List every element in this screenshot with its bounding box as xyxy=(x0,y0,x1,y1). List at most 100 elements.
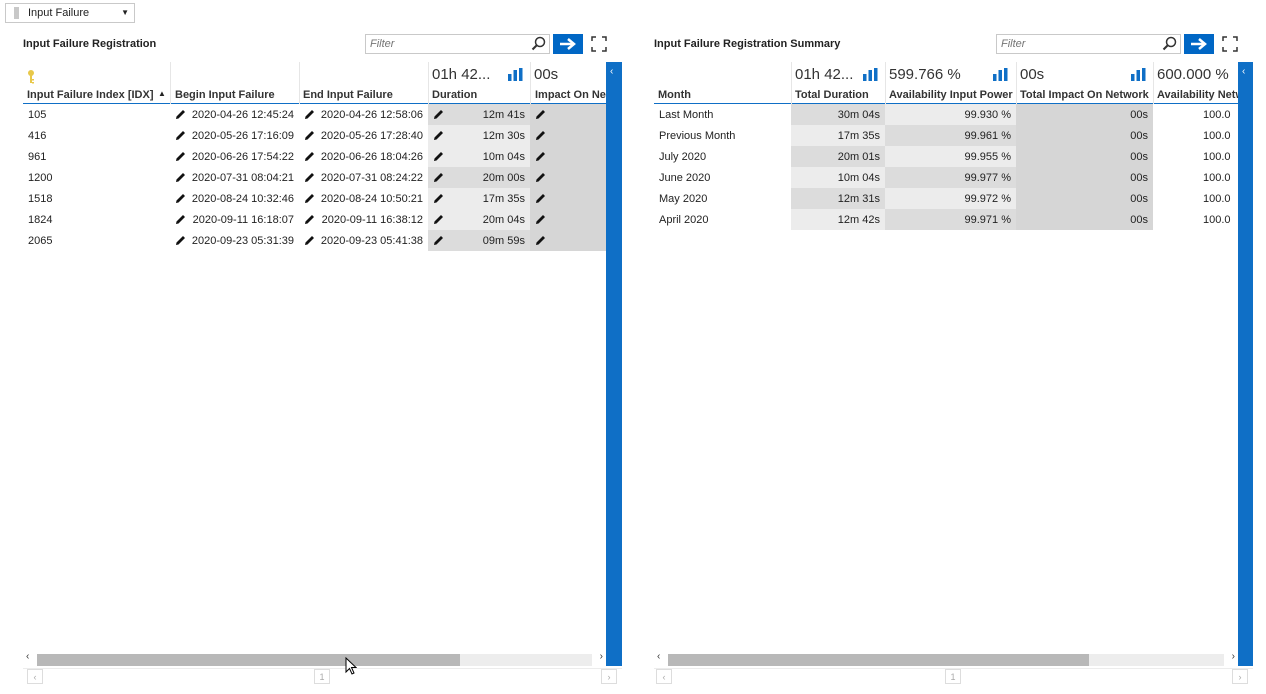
pencil-icon[interactable] xyxy=(433,235,444,247)
left-collapse-sidebar[interactable]: ‹ xyxy=(606,62,622,666)
scroll-left-arrow-icon[interactable]: ‹ xyxy=(26,651,29,662)
right-collapse-sidebar[interactable]: ‹ xyxy=(1238,62,1253,666)
cell-begin[interactable]: 2020-07-31 08:04:21 xyxy=(170,167,299,188)
search-icon[interactable] xyxy=(531,36,547,55)
scroll-thumb[interactable] xyxy=(37,654,460,666)
pencil-icon[interactable] xyxy=(175,130,186,142)
table-row[interactable]: Previous Month 17m 35s 99.961 % 00s 100.0 xyxy=(654,125,1238,146)
cell-duration[interactable]: 20m 04s xyxy=(428,209,530,230)
pencil-icon[interactable] xyxy=(304,214,315,226)
search-icon[interactable] xyxy=(1162,36,1178,55)
table-row[interactable]: 961 2020-06-26 17:54:22 2020-06-26 18:04:2… xyxy=(23,146,606,167)
cell-duration[interactable]: 12m 30s xyxy=(428,125,530,146)
prev-page-button[interactable]: ‹ xyxy=(27,669,43,684)
scroll-thumb[interactable] xyxy=(668,654,1089,666)
table-row[interactable]: 105 2020-04-26 12:45:24 2020-04-26 12:58:0… xyxy=(23,104,606,125)
table-row[interactable]: June 2020 10m 04s 99.977 % 00s 100.0 xyxy=(654,167,1238,188)
col-header-month[interactable]: Month xyxy=(658,89,788,101)
pencil-icon[interactable] xyxy=(175,235,186,247)
cell-end[interactable]: 2020-04-26 12:58:06 xyxy=(299,104,428,125)
table-row[interactable]: 416 2020-05-26 17:16:09 2020-05-26 17:28:4… xyxy=(23,125,606,146)
left-expand-button[interactable] xyxy=(591,36,607,52)
col-header-duration[interactable]: Duration xyxy=(432,89,522,101)
cell-end[interactable]: 2020-09-11 16:38:12 xyxy=(299,209,428,230)
cell-impact[interactable] xyxy=(530,230,606,251)
pencil-icon[interactable] xyxy=(304,130,315,142)
prev-page-button[interactable]: ‹ xyxy=(656,669,672,684)
cell-duration[interactable]: 17m 35s xyxy=(428,188,530,209)
pencil-icon[interactable] xyxy=(433,151,444,163)
cell-impact[interactable] xyxy=(530,209,606,230)
pencil-icon[interactable] xyxy=(304,151,315,163)
cell-begin[interactable]: 2020-05-26 17:16:09 xyxy=(170,125,299,146)
right-filter-input[interactable] xyxy=(1001,37,1151,51)
view-selector-dropdown[interactable]: Input Failure ▼ xyxy=(5,3,135,23)
table-row[interactable]: 1824 2020-09-11 16:18:07 2020-09-11 16:38:… xyxy=(23,209,606,230)
col-header-total-duration[interactable]: Total Duration xyxy=(795,89,885,101)
cell-end[interactable]: 2020-07-31 08:24:22 xyxy=(299,167,428,188)
pencil-icon[interactable] xyxy=(175,109,186,121)
pencil-icon[interactable] xyxy=(535,172,546,184)
pencil-icon[interactable] xyxy=(175,172,186,184)
bar-chart-icon[interactable] xyxy=(508,68,523,84)
right-horizontal-scrollbar[interactable]: ‹ › xyxy=(654,650,1238,666)
cell-duration[interactable]: 09m 59s xyxy=(428,230,530,251)
col-header-begin[interactable]: Begin Input Failure xyxy=(175,89,295,101)
cell-end[interactable]: 2020-09-23 05:41:38 xyxy=(299,230,428,251)
cell-impact[interactable] xyxy=(530,104,606,125)
left-filter-input[interactable] xyxy=(370,37,520,51)
scroll-left-arrow-icon[interactable]: ‹ xyxy=(657,651,660,662)
pencil-icon[interactable] xyxy=(175,151,186,163)
page-number[interactable]: 1 xyxy=(314,669,330,684)
pencil-icon[interactable] xyxy=(433,109,444,121)
table-row[interactable]: Last Month 30m 04s 99.930 % 00s 100.0 xyxy=(654,104,1238,125)
table-row[interactable]: 1200 2020-07-31 08:04:21 2020-07-31 08:24:… xyxy=(23,167,606,188)
cell-impact[interactable] xyxy=(530,188,606,209)
pencil-icon[interactable] xyxy=(175,214,186,226)
col-header-end[interactable]: End Input Failure xyxy=(303,89,423,101)
col-header-impact[interactable]: Impact On Netw xyxy=(535,89,606,101)
cell-duration[interactable]: 20m 00s xyxy=(428,167,530,188)
cell-begin[interactable]: 2020-06-26 17:54:22 xyxy=(170,146,299,167)
table-row[interactable]: July 2020 20m 01s 99.955 % 00s 100.0 xyxy=(654,146,1238,167)
scroll-right-arrow-icon[interactable]: › xyxy=(600,651,603,662)
table-row[interactable]: 1518 2020-08-24 10:32:46 2020-08-24 10:50:… xyxy=(23,188,606,209)
scroll-right-arrow-icon[interactable]: › xyxy=(1232,651,1235,662)
cell-begin[interactable]: 2020-09-23 05:31:39 xyxy=(170,230,299,251)
pencil-icon[interactable] xyxy=(304,193,315,205)
cell-begin[interactable]: 2020-09-11 16:18:07 xyxy=(170,209,299,230)
bar-chart-icon[interactable] xyxy=(863,68,878,84)
cell-impact[interactable] xyxy=(530,146,606,167)
cell-duration[interactable]: 10m 04s xyxy=(428,146,530,167)
cell-end[interactable]: 2020-06-26 18:04:26 xyxy=(299,146,428,167)
cell-end[interactable]: 2020-05-26 17:28:40 xyxy=(299,125,428,146)
table-row[interactable]: 2065 2020-09-23 05:31:39 2020-09-23 05:41:… xyxy=(23,230,606,251)
pencil-icon[interactable] xyxy=(433,214,444,226)
col-header-total-impact[interactable]: Total Impact On Network xyxy=(1020,89,1150,101)
col-header-availability[interactable]: Availability Input Power xyxy=(889,89,1014,101)
pencil-icon[interactable] xyxy=(433,172,444,184)
cell-end[interactable]: 2020-08-24 10:50:21 xyxy=(299,188,428,209)
pencil-icon[interactable] xyxy=(535,130,546,142)
cell-begin[interactable]: 2020-08-24 10:32:46 xyxy=(170,188,299,209)
left-horizontal-scrollbar[interactable]: ‹ › xyxy=(23,650,606,666)
cell-duration[interactable]: 12m 41s xyxy=(428,104,530,125)
col-header-index[interactable]: Input Failure Index [IDX] xyxy=(27,89,167,101)
right-apply-filter-button[interactable] xyxy=(1184,34,1214,54)
col-header-availability-network[interactable]: Availability Netw xyxy=(1157,89,1238,101)
pencil-icon[interactable] xyxy=(304,109,315,121)
pencil-icon[interactable] xyxy=(535,235,546,247)
pencil-icon[interactable] xyxy=(535,109,546,121)
pencil-icon[interactable] xyxy=(535,151,546,163)
pencil-icon[interactable] xyxy=(304,235,315,247)
cell-impact[interactable] xyxy=(530,167,606,188)
cell-begin[interactable]: 2020-04-26 12:45:24 xyxy=(170,104,299,125)
bar-chart-icon[interactable] xyxy=(1131,68,1146,84)
pencil-icon[interactable] xyxy=(535,193,546,205)
page-number[interactable]: 1 xyxy=(945,669,961,684)
next-page-button[interactable]: › xyxy=(1232,669,1248,684)
table-row[interactable]: May 2020 12m 31s 99.972 % 00s 100.0 xyxy=(654,188,1238,209)
right-expand-button[interactable] xyxy=(1222,36,1238,52)
pencil-icon[interactable] xyxy=(304,172,315,184)
pencil-icon[interactable] xyxy=(433,193,444,205)
